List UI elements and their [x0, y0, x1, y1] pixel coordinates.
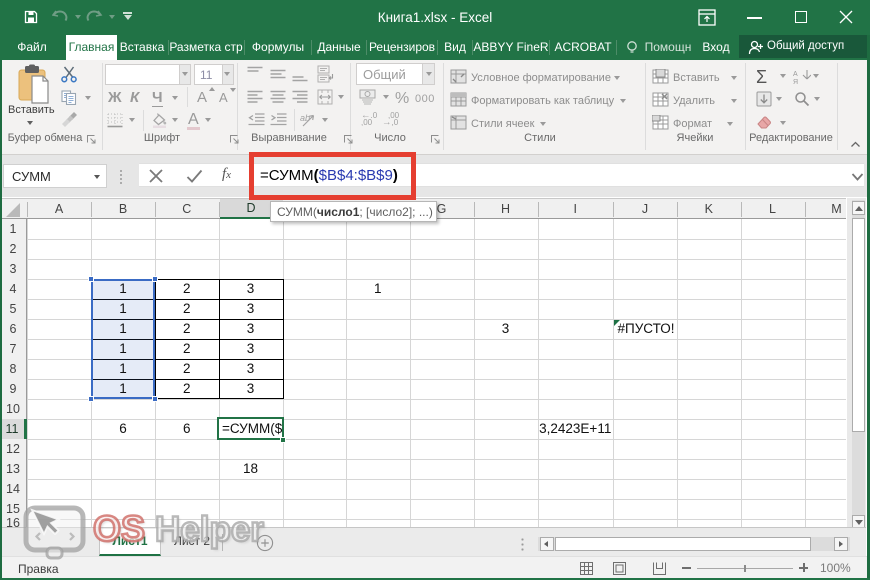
svg-text:ab: ab [300, 113, 310, 123]
svg-text:Я: Я [793, 79, 798, 85]
svg-text:А: А [793, 71, 798, 78]
